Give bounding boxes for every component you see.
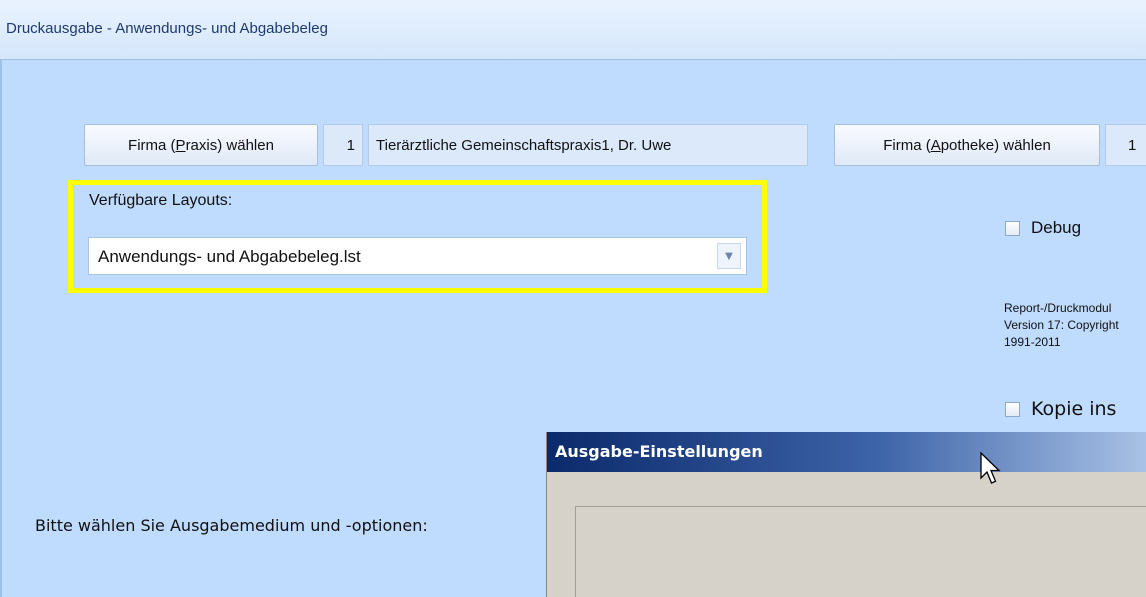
kopie-checkbox-row[interactable]: Kopie ins [1005,398,1116,420]
debug-checkbox-row[interactable]: Debug [1005,218,1081,238]
chevron-down-icon[interactable]: ▼ [717,243,741,269]
dialog-title-bar[interactable]: Ausgabe-Einstellungen [547,432,1146,472]
window-title: Druckausgabe - Anwendungs- und Abgabebel… [6,20,328,37]
select-firma-praxis-label: Firma (Praxis) wählen [128,136,274,154]
output-options-group [575,506,1146,597]
report-info-line2: Version 17: Copyright [1004,318,1119,332]
select-firma-apotheke-button[interactable]: Firma (Apotheke) wählen [834,124,1100,166]
output-settings-dialog: Ausgabe-Einstellungen [546,432,1146,597]
report-info-line1: Report-/Druckmodul [1004,301,1112,315]
report-info-line3: 1991-2011 [1004,335,1061,349]
select-firma-apotheke-label: Firma (Apotheke) wählen [883,136,1051,154]
firma-praxis-number: 1 [323,124,363,166]
window-title-bar: Druckausgabe - Anwendungs- und Abgabebel… [0,0,1146,60]
report-module-info: Report-/Druckmodul Version 17: Copyright… [1004,300,1119,351]
debug-label: Debug [1031,218,1082,237]
layouts-dropdown[interactable]: Anwendungs- und Abgabebeleg.lst ▼ [88,237,747,275]
window-left-border [0,60,2,597]
select-firma-praxis-button[interactable]: Firma (Praxis) wählen [84,124,318,166]
firma-praxis-name: Tierärztliche Gemeinschaftspraxis1, Dr. … [376,136,672,154]
layouts-label: Verfügbare Layouts: [89,192,233,209]
output-prompt: Bitte wählen Sie Ausgabemedium und -opti… [35,516,428,535]
debug-checkbox[interactable] [1005,220,1020,236]
layouts-selected-value: Anwendungs- und Abgabebeleg.lst [98,247,361,266]
firma-apotheke-number: 1 [1105,124,1146,166]
kopie-label: Kopie ins [1031,398,1117,420]
kopie-checkbox[interactable] [1005,401,1020,417]
firma-praxis-name-field: Tierärztliche Gemeinschaftspraxis1, Dr. … [368,124,808,166]
mouse-cursor-icon [980,451,1002,490]
dialog-title: Ausgabe-Einstellungen [555,442,763,461]
